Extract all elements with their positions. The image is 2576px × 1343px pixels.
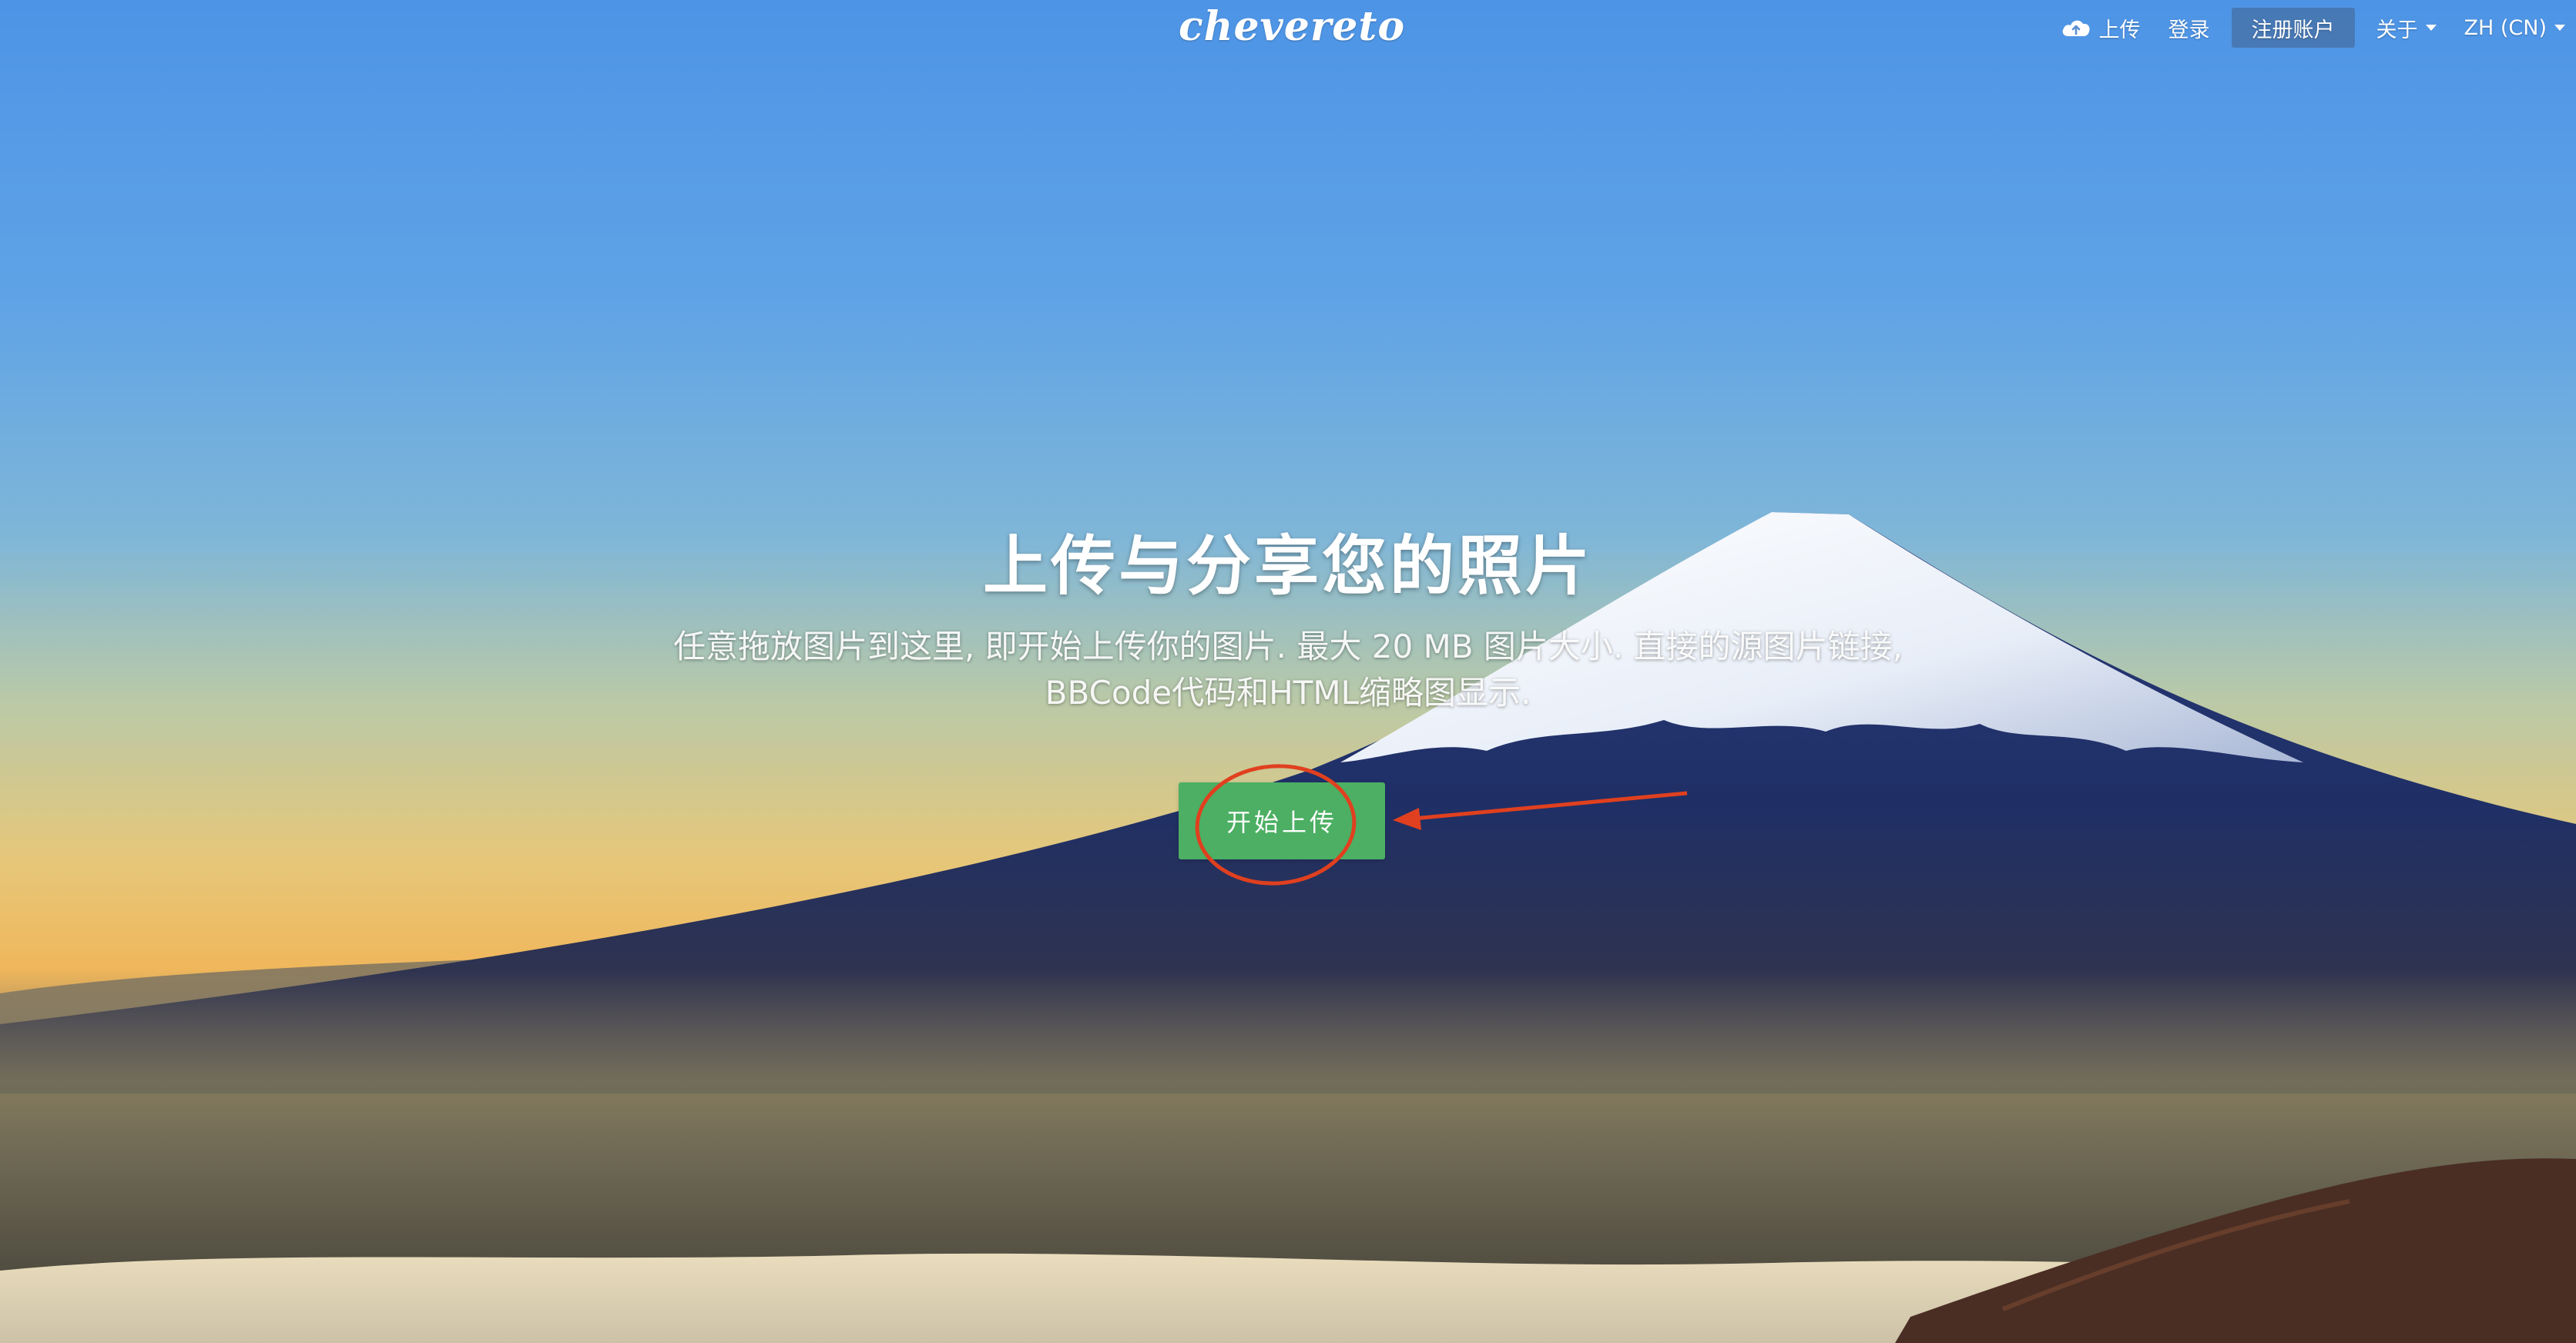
login-label: 登录 [2168, 18, 2210, 42]
cloud-upload-icon [2062, 20, 2090, 36]
register-button[interactable]: 注册账户 [2231, 8, 2355, 48]
login-link[interactable]: 登录 [2155, 8, 2224, 48]
page: chevereto 上传 登录 注册账户 关于 ZH (CN) 上传与分享您的照… [0, 0, 2576, 1343]
chevereto-logo[interactable]: chevereto [1179, 2, 1404, 52]
about-dropdown[interactable]: 关于 [2363, 8, 2450, 48]
hero-description: 任意拖放图片到这里, 即开始上传你的图片. 最大 20 MB 图片大小. 直接的… [673, 628, 1903, 712]
top-navigation-bar: chevereto 上传 登录 注册账户 关于 ZH (CN) [0, 0, 2576, 55]
chevron-down-icon [2554, 25, 2565, 31]
hero-section: 上传与分享您的照片 任意拖放图片到这里, 即开始上传你的图片. 最大 20 MB… [0, 524, 2576, 716]
language-dropdown[interactable]: ZH (CN) [2450, 8, 2576, 48]
upload-nav-button[interactable]: 上传 [2047, 8, 2155, 48]
register-label: 注册账户 [2251, 18, 2335, 42]
language-label: ZH (CN) [2464, 15, 2547, 40]
hero-title: 上传与分享您的照片 [982, 528, 1593, 604]
upload-nav-label: 上传 [2098, 18, 2141, 42]
start-upload-button[interactable]: 开始上传 [1179, 782, 1385, 859]
about-label: 关于 [2376, 18, 2418, 42]
nav-menu: 上传 登录 注册账户 关于 ZH (CN) [2047, 0, 2576, 55]
chevron-down-icon [2425, 25, 2437, 31]
